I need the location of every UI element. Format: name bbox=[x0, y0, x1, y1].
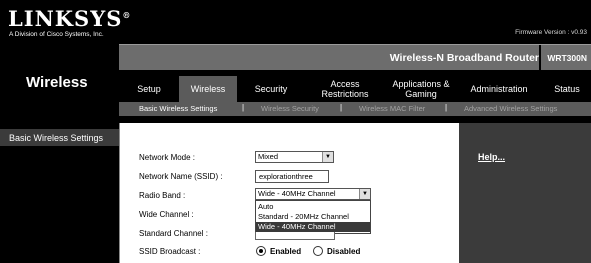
left-section-label: Basic Wireless Settings bbox=[9, 133, 104, 143]
subtab-separator: | bbox=[445, 103, 448, 112]
model-number: WRT300N bbox=[547, 53, 587, 63]
linksys-logo: LINKSYS® bbox=[8, 6, 131, 31]
product-name: Wireless-N Broadband Router bbox=[389, 52, 539, 64]
ssid-broadcast-label: SSID Broadcast : bbox=[139, 247, 201, 256]
subtab-wireless-mac-filter[interactable]: Wireless MAC Filter bbox=[359, 104, 425, 113]
subtab-advanced-wireless-settings[interactable]: Advanced Wireless Settings bbox=[464, 104, 557, 113]
network-mode-value: Mixed bbox=[258, 152, 279, 161]
ssid-broadcast-disabled-radio[interactable] bbox=[313, 246, 323, 256]
tab-status[interactable]: Status bbox=[545, 76, 589, 102]
radio-band-dropdown: Auto Standard - 20MHz Channel Wide - 40M… bbox=[255, 200, 371, 234]
logo-text: LINKSYS bbox=[8, 6, 123, 31]
brand-header: LINKSYS® A Division of Cisco Systems, In… bbox=[0, 0, 591, 44]
firmware-version: Firmware Version : v0.93 bbox=[515, 29, 587, 36]
network-mode-select[interactable]: Mixed ▼ bbox=[255, 151, 334, 163]
model-divider bbox=[539, 45, 541, 71]
help-link[interactable]: Help... bbox=[478, 152, 505, 162]
ssid-label: Network Name (SSID) : bbox=[139, 172, 223, 181]
chevron-down-icon: ▼ bbox=[359, 189, 370, 199]
tab-setup[interactable]: Setup bbox=[127, 76, 171, 102]
help-panel bbox=[459, 123, 591, 263]
standard-channel-select[interactable] bbox=[255, 232, 335, 240]
wide-channel-label: Wide Channel : bbox=[139, 210, 194, 219]
chevron-down-icon: ▼ bbox=[322, 152, 333, 162]
ssid-broadcast-disabled-label: Disabled bbox=[327, 247, 361, 256]
router-admin-page: LINKSYS® A Division of Cisco Systems, In… bbox=[0, 0, 591, 263]
sub-tabs: Basic Wireless Settings | Wireless Secur… bbox=[119, 102, 591, 116]
ssid-broadcast-enabled-radio[interactable] bbox=[256, 246, 266, 256]
radio-band-option-auto[interactable]: Auto bbox=[256, 202, 370, 212]
section-title: Wireless bbox=[26, 74, 88, 91]
subtab-wireless-security[interactable]: Wireless Security bbox=[261, 104, 319, 113]
radio-band-select[interactable]: Wide - 40MHz Channel ▼ bbox=[255, 188, 371, 200]
tab-administration[interactable]: Administration bbox=[459, 76, 539, 102]
registered-mark: ® bbox=[122, 10, 132, 20]
tab-applications-gaming[interactable]: Applications & Gaming bbox=[385, 76, 457, 102]
radio-band-option-standard[interactable]: Standard - 20MHz Channel bbox=[256, 212, 370, 222]
ssid-broadcast-enabled-label: Enabled bbox=[270, 247, 302, 256]
standard-channel-label: Standard Channel : bbox=[139, 229, 208, 238]
radio-band-option-wide[interactable]: Wide - 40MHz Channel bbox=[256, 222, 370, 232]
tab-security[interactable]: Security bbox=[243, 76, 299, 102]
product-bar: Wireless-N Broadband Router WRT300N bbox=[119, 44, 591, 71]
radio-band-value: Wide - 40MHz Channel bbox=[258, 189, 336, 198]
subtab-basic-wireless-settings[interactable]: Basic Wireless Settings bbox=[139, 104, 217, 113]
subtab-separator: | bbox=[242, 103, 245, 112]
subtab-separator: | bbox=[340, 103, 343, 112]
ssid-input[interactable]: explorationthree bbox=[255, 170, 329, 183]
radio-band-label: Radio Band : bbox=[139, 191, 186, 200]
main-tabs: Setup Wireless Security Access Restricti… bbox=[119, 76, 591, 102]
tab-wireless[interactable]: Wireless bbox=[179, 76, 237, 102]
network-mode-label: Network Mode : bbox=[139, 153, 196, 162]
logo-subtitle: A Division of Cisco Systems, Inc. bbox=[9, 31, 104, 38]
tab-access-restrictions[interactable]: Access Restrictions bbox=[307, 76, 383, 102]
